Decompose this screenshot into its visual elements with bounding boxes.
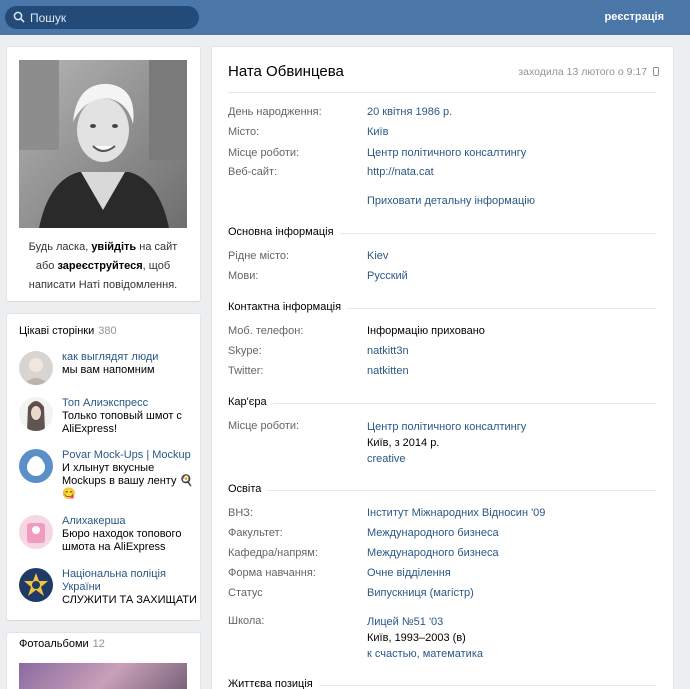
info-value[interactable]: natkitt3n bbox=[367, 344, 657, 358]
school-details: Лицей №51 '03 Київ, 1993–2003 (в) к счас… bbox=[367, 614, 657, 662]
page-name[interactable]: Топ Алиэкспресс bbox=[62, 397, 197, 410]
info-value[interactable]: Інститут Міжнародних Відносин '09 bbox=[367, 506, 657, 520]
section-education: Освіта bbox=[228, 483, 268, 495]
profile-photo-card: Будь ласка, увійдіть на сайт або зареєст… bbox=[7, 47, 200, 301]
page-name[interactable]: как выглядят люди bbox=[62, 351, 197, 364]
info-row-career: Місце роботи: Центр політичного консалти… bbox=[228, 419, 658, 465]
page-desc: Только топовый шмот с AliExpress! bbox=[62, 410, 182, 435]
info-label: Моб. телефон: bbox=[228, 325, 304, 337]
list-item[interactable]: Топ Алиэкспресс Только топовый шмот с Ali… bbox=[19, 397, 194, 437]
avatar bbox=[19, 351, 53, 385]
section-life-position: Життєва позиція bbox=[228, 678, 319, 689]
last-seen: заходила 13 лютого о 9:17 bbox=[518, 66, 659, 78]
avatar bbox=[19, 515, 53, 549]
register-link[interactable]: реєстрація bbox=[605, 11, 665, 23]
info-label: Форма навчання: bbox=[228, 567, 316, 579]
albums-count: 12 bbox=[92, 638, 105, 650]
search-icon bbox=[13, 11, 25, 23]
school-specialty[interactable]: к счастью, математика bbox=[367, 646, 657, 662]
info-label: Місце роботи: bbox=[228, 420, 300, 432]
page-desc: И хлынут вкусные Mockups в вашу ленту 🍳😋 bbox=[62, 462, 194, 500]
info-value[interactable]: http://nata.cat bbox=[367, 165, 657, 179]
info-label: Рідне місто: bbox=[228, 250, 290, 262]
page-name[interactable]: Національна поліція України bbox=[62, 568, 197, 594]
divider bbox=[228, 92, 656, 93]
login-link[interactable]: увійдіть bbox=[91, 241, 136, 253]
divider bbox=[228, 490, 656, 491]
info-label: Факультет: bbox=[228, 527, 283, 539]
login-prompt-text-1: Будь ласка, bbox=[28, 241, 92, 253]
section-career: Кар'єра bbox=[228, 396, 273, 408]
pages-header[interactable]: Цікаві сторінки 380 bbox=[19, 325, 117, 337]
info-value[interactable]: Центр політичного консалтингу bbox=[367, 146, 657, 160]
albums-title: Фотоальбоми bbox=[19, 638, 89, 650]
career-company[interactable]: Центр політичного консалтингу bbox=[367, 419, 657, 435]
info-value[interactable]: Випускниця (магістр) bbox=[367, 586, 657, 600]
login-prompt: Будь ласка, увійдіть на сайт або зареєст… bbox=[19, 238, 187, 295]
album-cover[interactable] bbox=[19, 663, 187, 689]
info-label: Школа: bbox=[228, 615, 265, 627]
info-value[interactable]: 20 квітня 1986 р. bbox=[367, 105, 657, 119]
page-desc: СЛУЖИТИ ТА ЗАХИЩАТИ bbox=[62, 594, 197, 606]
page-title: Ната Обвинцева bbox=[228, 63, 344, 80]
info-value[interactable]: Kiev bbox=[367, 249, 657, 263]
info-value[interactable]: Очне відділення bbox=[367, 566, 657, 580]
info-label: Skype: bbox=[228, 345, 262, 357]
info-label: День народження: bbox=[228, 106, 322, 118]
info-value[interactable]: natkitten bbox=[367, 364, 657, 378]
info-label: Веб-сайт: bbox=[228, 166, 278, 178]
list-item[interactable]: как выглядят люди мы вам напомним bbox=[19, 351, 194, 391]
hide-details-link[interactable]: Приховати детальну інформацію bbox=[367, 195, 535, 207]
section-contacts: Контактна інформація bbox=[228, 301, 348, 313]
profile-photo[interactable] bbox=[19, 60, 187, 228]
list-item[interactable]: Національна поліція України СЛУЖИТИ ТА ЗА… bbox=[19, 568, 197, 608]
page-name[interactable]: Алихакерша bbox=[62, 515, 197, 528]
albums-card: Фотоальбоми 12 bbox=[7, 633, 200, 689]
school-name[interactable]: Лицей №51 '03 bbox=[367, 614, 657, 630]
info-value[interactable]: Международного бизнеса bbox=[367, 546, 657, 560]
list-item[interactable]: Povar Mock-Ups | Mockup И хлынут вкусные … bbox=[19, 449, 197, 500]
school-period: Київ, 1993–2003 (в) bbox=[367, 632, 466, 644]
divider bbox=[228, 403, 656, 404]
profile-info-card: Ната Обвинцева заходила 13 лютого о 9:17… bbox=[212, 47, 673, 689]
last-seen-text: заходила 13 лютого о 9:17 bbox=[518, 66, 648, 78]
search-placeholder: Пошук bbox=[30, 11, 67, 25]
career-details: Центр політичного консалтингу Київ, з 20… bbox=[367, 419, 657, 467]
info-label: Twitter: bbox=[228, 365, 264, 377]
info-value[interactable]: Київ bbox=[367, 125, 657, 139]
interesting-pages-card: Цікаві сторінки 380 как выглядят люди мы в… bbox=[7, 314, 200, 620]
register-prompt-link[interactable]: зареєструйтеся bbox=[57, 260, 142, 272]
search-input[interactable]: Пошук bbox=[5, 6, 199, 29]
info-label: Кафедра/напрям: bbox=[228, 547, 318, 559]
info-label: Мови: bbox=[228, 270, 259, 282]
career-period: Київ, з 2014 р. bbox=[367, 437, 440, 449]
info-row-school: Школа: Лицей №51 '03 Київ, 1993–2003 (в)… bbox=[228, 614, 658, 664]
top-bar: Пошук реєстрація bbox=[0, 0, 690, 35]
police-logo-icon bbox=[19, 568, 53, 602]
mobile-icon bbox=[653, 67, 659, 76]
info-value: Інформацію приховано bbox=[367, 325, 485, 337]
pages-title: Цікаві сторінки bbox=[19, 325, 95, 337]
page-desc: мы вам напомним bbox=[62, 364, 155, 376]
page-name[interactable]: Povar Mock-Ups | Mockup bbox=[62, 449, 197, 462]
info-label: Місто: bbox=[228, 126, 260, 138]
pages-count: 380 bbox=[98, 325, 117, 337]
info-label: ВНЗ: bbox=[228, 507, 253, 519]
info-label: Статус bbox=[228, 587, 263, 599]
info-value[interactable]: Международного бизнеса bbox=[367, 526, 657, 540]
section-main-info: Основна інформація bbox=[228, 226, 340, 238]
albums-header[interactable]: Фотоальбоми 12 bbox=[19, 638, 105, 650]
career-position[interactable]: creative bbox=[367, 451, 657, 467]
list-item[interactable]: Алихакерша Бюро находок топового шмота на… bbox=[19, 515, 194, 555]
avatar bbox=[19, 397, 53, 431]
info-label: Місце роботи: bbox=[228, 147, 300, 159]
avatar bbox=[19, 449, 53, 483]
info-value[interactable]: Русский bbox=[367, 269, 657, 283]
page-desc: Бюро находок топового шмота на AliExpres… bbox=[62, 528, 182, 553]
